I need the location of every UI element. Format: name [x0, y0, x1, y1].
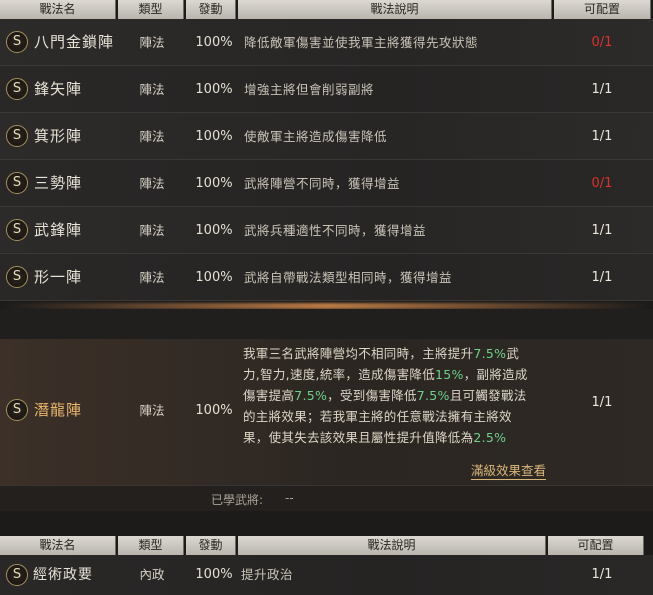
- tactic-rate: 100%: [195, 82, 233, 97]
- desc-text: 力,智力,速度,統率，造成傷害降低: [243, 367, 436, 382]
- s-rank-icon: S: [6, 266, 28, 288]
- desc-text: 傷害提高: [243, 388, 295, 403]
- tactic-desc: 降低敵軍傷害並使我軍主將獲得先攻狀態: [244, 35, 479, 50]
- s-rank-icon: S: [6, 219, 28, 241]
- header-rate: 發動: [186, 536, 236, 555]
- tactic-type: 內政: [139, 567, 165, 582]
- tactic-type: 陣法: [139, 223, 165, 238]
- tactic-config: 1/1: [591, 395, 613, 410]
- desc-text: ，受到傷害降低: [327, 388, 417, 403]
- tactic-row[interactable]: S 鋒矢陣 陣法 100% 增強主將但會削弱副將 1/1: [0, 66, 653, 113]
- tactic-name: 八門金鎖陣: [34, 33, 115, 51]
- tactic-rate: 100%: [195, 270, 233, 285]
- desc-text: 果，使其失去該效果且屬性提升值降低為: [243, 430, 474, 445]
- tactic-name: 鋒矢陣: [34, 80, 83, 98]
- tactic-rate: 100%: [195, 567, 233, 582]
- tactic-rate: 100%: [195, 129, 233, 144]
- highlight-value: 7.5%: [416, 388, 450, 403]
- tactic-config: 0/1: [591, 35, 613, 50]
- tactic-config: 1/1: [591, 567, 613, 582]
- tactic-rate: 100%: [195, 35, 233, 50]
- header-desc: 戰法說明: [238, 0, 552, 19]
- tactic-desc: 武將陣營不同時，獲得增益: [244, 176, 401, 191]
- table-header-2: 戰法名 類型 發動 戰法說明 可配置: [0, 536, 653, 555]
- tactic-row[interactable]: S 形一陣 陣法 100% 武將自帶戰法類型相同時，獲得增益 1/1: [0, 254, 653, 301]
- highlight-value: 2.5%: [473, 430, 507, 445]
- desc-text: 武: [506, 346, 520, 361]
- tactic-name: 經術政要: [33, 567, 93, 583]
- tactic-name: 武鋒陣: [34, 221, 83, 239]
- s-rank-icon: S: [6, 564, 28, 586]
- highlight-value: 7.5%: [294, 388, 328, 403]
- tactic-name: 潛龍陣: [34, 401, 83, 419]
- tactic-name: 三勢陣: [34, 174, 83, 192]
- tactic-config: 1/1: [591, 82, 613, 97]
- desc-text: ，副將造成: [463, 367, 528, 382]
- tactic-row[interactable]: S 經術政要 內政 100% 提升政治 1/1: [0, 555, 653, 595]
- tactic-config: 1/1: [591, 223, 613, 238]
- tactic-row[interactable]: S 箕形陣 陣法 100% 使敵軍主將造成傷害降低 1/1: [0, 113, 653, 160]
- header-name: 戰法名: [0, 536, 116, 555]
- header-rate: 發動: [186, 0, 236, 19]
- s-rank-icon: S: [6, 399, 28, 421]
- tactic-name: 形一陣: [34, 268, 83, 286]
- s-rank-icon: S: [6, 78, 28, 100]
- tactic-desc: 增強主將但會削弱副將: [244, 82, 375, 97]
- tactic-type: 陣法: [139, 270, 165, 285]
- expanded-tactic-row[interactable]: S 潛龍陣 陣法 100% 我軍三名武將陣營均不相同時，主將提升7.5%武 力,智…: [0, 339, 653, 511]
- tactic-config: 1/1: [591, 270, 613, 285]
- section-gap: [0, 309, 653, 339]
- desc-line: 果，使其失去該效果且屬性提升值降低為2.5%: [243, 427, 563, 448]
- tactic-row[interactable]: S 三勢陣 陣法 100% 武將陣營不同時，獲得增益 0/1: [0, 160, 653, 207]
- tactic-name: 箕形陣: [34, 127, 83, 145]
- learned-generals-value: --: [285, 491, 294, 505]
- header-config: 可配置: [554, 0, 651, 19]
- tactic-row[interactable]: S 武鋒陣 陣法 100% 武將兵種適性不同時，獲得增益 1/1: [0, 207, 653, 254]
- table-header: 戰法名 類型 發動 戰法說明 可配置: [0, 0, 653, 19]
- s-rank-icon: S: [6, 125, 28, 147]
- header-name: 戰法名: [0, 0, 116, 19]
- tactic-desc: 使敵軍主將造成傷害降低: [244, 129, 388, 144]
- highlight-value: 15%: [435, 367, 464, 382]
- tactic-type: 陣法: [139, 403, 165, 418]
- tactic-type: 陣法: [139, 82, 165, 97]
- desc-text: 且可觸發戰法: [449, 388, 527, 403]
- header-type: 類型: [118, 0, 184, 19]
- learned-generals-bar: 已學武將: --: [0, 485, 653, 511]
- desc-line: 傷害提高7.5%，受到傷害降低7.5%且可觸發戰法: [243, 385, 563, 406]
- tactic-rate: 100%: [195, 223, 233, 238]
- learned-generals-label: 已學武將:: [211, 493, 264, 507]
- header-type: 類型: [118, 536, 184, 555]
- desc-line: 的主將效果；若我軍主將的任意戰法擁有主將效: [243, 406, 563, 427]
- desc-line: 我軍三名武將陣營均不相同時，主將提升7.5%武: [243, 343, 563, 364]
- s-rank-icon: S: [6, 31, 28, 53]
- desc-text: 我軍三名武將陣營均不相同時，主將提升: [243, 346, 474, 361]
- tactic-type: 陣法: [139, 176, 165, 191]
- desc-line: 力,智力,速度,統率，造成傷害降低15%，副將造成: [243, 364, 563, 385]
- tactic-row[interactable]: S 八門金鎖陣 陣法 100% 降低敵軍傷害並使我軍主將獲得先攻狀態 0/1: [0, 19, 653, 66]
- header-desc: 戰法說明: [238, 536, 546, 555]
- tactic-config: 1/1: [591, 129, 613, 144]
- tactic-desc: 提升政治: [241, 567, 294, 582]
- s-rank-icon: S: [6, 172, 28, 194]
- tactic-rate: 100%: [195, 176, 233, 191]
- desc-text: 的主將效果；若我軍主將的任意戰法擁有主將效: [243, 409, 512, 424]
- tactic-type: 陣法: [139, 35, 165, 50]
- tactic-desc-full: 我軍三名武將陣營均不相同時，主將提升7.5%武 力,智力,速度,統率，造成傷害降低…: [243, 343, 563, 448]
- tactic-config: 0/1: [591, 176, 613, 191]
- tactic-desc: 武將兵種適性不同時，獲得增益: [244, 223, 427, 238]
- header-config: 可配置: [548, 536, 644, 555]
- tactic-desc: 武將自帶戰法類型相同時，獲得增益: [244, 270, 453, 285]
- tactic-type: 陣法: [139, 129, 165, 144]
- highlight-value: 7.5%: [473, 346, 507, 361]
- tactic-rate: 100%: [195, 403, 233, 418]
- full-effect-link[interactable]: 滿級效果查看: [471, 463, 547, 480]
